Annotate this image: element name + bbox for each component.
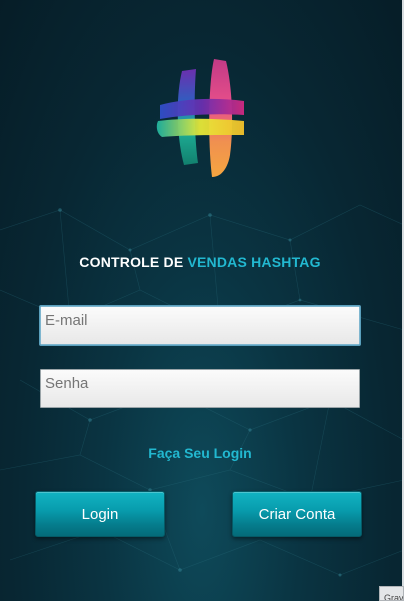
login-link[interactable]: Faça Seu Login [0, 445, 400, 461]
password-input[interactable] [40, 369, 360, 408]
login-button[interactable]: Login [35, 491, 165, 537]
app-title-brand: VENDAS HASHTAG [187, 254, 321, 270]
email-input[interactable] [40, 306, 360, 345]
app-title-prefix: CONTROLE DE [79, 254, 188, 270]
login-screen: CONTROLE DE VENDAS HASHTAG Faça Seu Logi… [0, 0, 404, 601]
app-title: CONTROLE DE VENDAS HASHTAG [0, 254, 400, 270]
create-account-button[interactable]: Criar Conta [232, 491, 362, 537]
corner-badge[interactable]: Grav [379, 586, 404, 601]
hashtag-logo-icon [156, 59, 244, 177]
